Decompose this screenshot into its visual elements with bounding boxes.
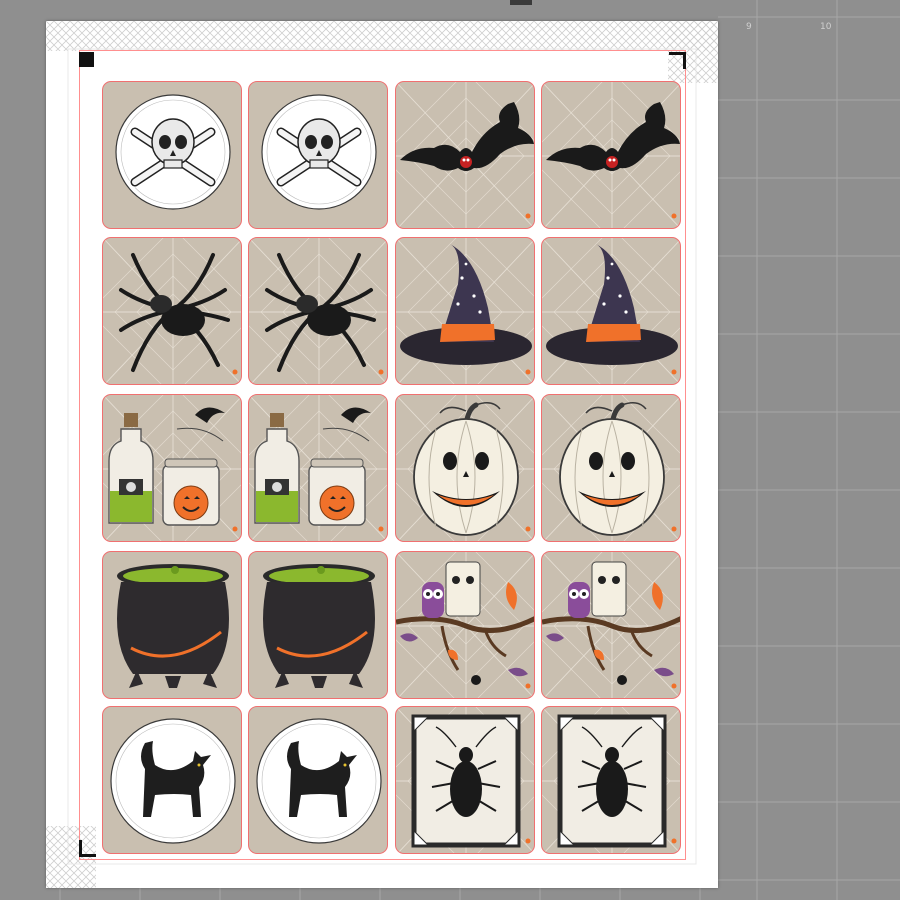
witch-hat-image bbox=[396, 238, 534, 384]
black-cat-image bbox=[256, 718, 382, 844]
design-canvas[interactable]: 9 10 bbox=[0, 0, 900, 900]
sticker-black-cat[interactable] bbox=[248, 706, 388, 854]
spider-image bbox=[103, 238, 241, 384]
potion-bottles-image bbox=[103, 395, 241, 541]
ruler-label-10: 10 bbox=[820, 22, 832, 32]
owls-on-branch-image bbox=[542, 552, 680, 698]
registration-mark-square bbox=[79, 52, 94, 67]
bat-image bbox=[542, 82, 680, 228]
cauldron-image bbox=[263, 564, 375, 688]
toolbar-tab[interactable] bbox=[510, 0, 532, 5]
sticker-framed-beetle[interactable] bbox=[541, 706, 681, 854]
sticker-cauldron[interactable] bbox=[248, 551, 388, 699]
sticker-bat[interactable] bbox=[541, 81, 681, 229]
framed-beetle-image bbox=[396, 707, 534, 853]
print-then-cut-page[interactable] bbox=[46, 21, 718, 888]
sticker-framed-beetle[interactable] bbox=[395, 706, 535, 854]
jack-o-lantern-image bbox=[542, 395, 680, 541]
sticker-spider[interactable] bbox=[102, 237, 242, 385]
potion-bottles-image bbox=[249, 395, 387, 541]
registration-mark-top-right bbox=[669, 52, 686, 69]
sticker-skull-and-crossbones[interactable] bbox=[102, 81, 242, 229]
sticker-skull-and-crossbones[interactable] bbox=[248, 81, 388, 229]
sticker-witch-hat[interactable] bbox=[395, 237, 535, 385]
sticker-black-cat[interactable] bbox=[102, 706, 242, 854]
skull-and-crossbones-image bbox=[115, 94, 231, 210]
sticker-spider[interactable] bbox=[248, 237, 388, 385]
skull-and-crossbones-image bbox=[261, 94, 377, 210]
sticker-potion-bottles[interactable] bbox=[102, 394, 242, 542]
sticker-jack-o-lantern[interactable] bbox=[541, 394, 681, 542]
witch-hat-image bbox=[542, 238, 680, 384]
sticker-bat[interactable] bbox=[395, 81, 535, 229]
sticker-cauldron[interactable] bbox=[102, 551, 242, 699]
sticker-jack-o-lantern[interactable] bbox=[395, 394, 535, 542]
ruler-label-9: 9 bbox=[746, 22, 752, 32]
framed-beetle-image bbox=[542, 707, 680, 853]
jack-o-lantern-image bbox=[396, 395, 534, 541]
sticker-witch-hat[interactable] bbox=[541, 237, 681, 385]
sticker-owls-on-branch[interactable] bbox=[395, 551, 535, 699]
black-cat-image bbox=[110, 718, 236, 844]
cauldron-image bbox=[117, 564, 229, 688]
sticker-potion-bottles[interactable] bbox=[248, 394, 388, 542]
owls-on-branch-image bbox=[396, 552, 534, 698]
spider-image bbox=[249, 238, 387, 384]
registration-mark-bottom-left bbox=[79, 840, 96, 857]
sticker-owls-on-branch[interactable] bbox=[541, 551, 681, 699]
bat-image bbox=[396, 82, 534, 228]
